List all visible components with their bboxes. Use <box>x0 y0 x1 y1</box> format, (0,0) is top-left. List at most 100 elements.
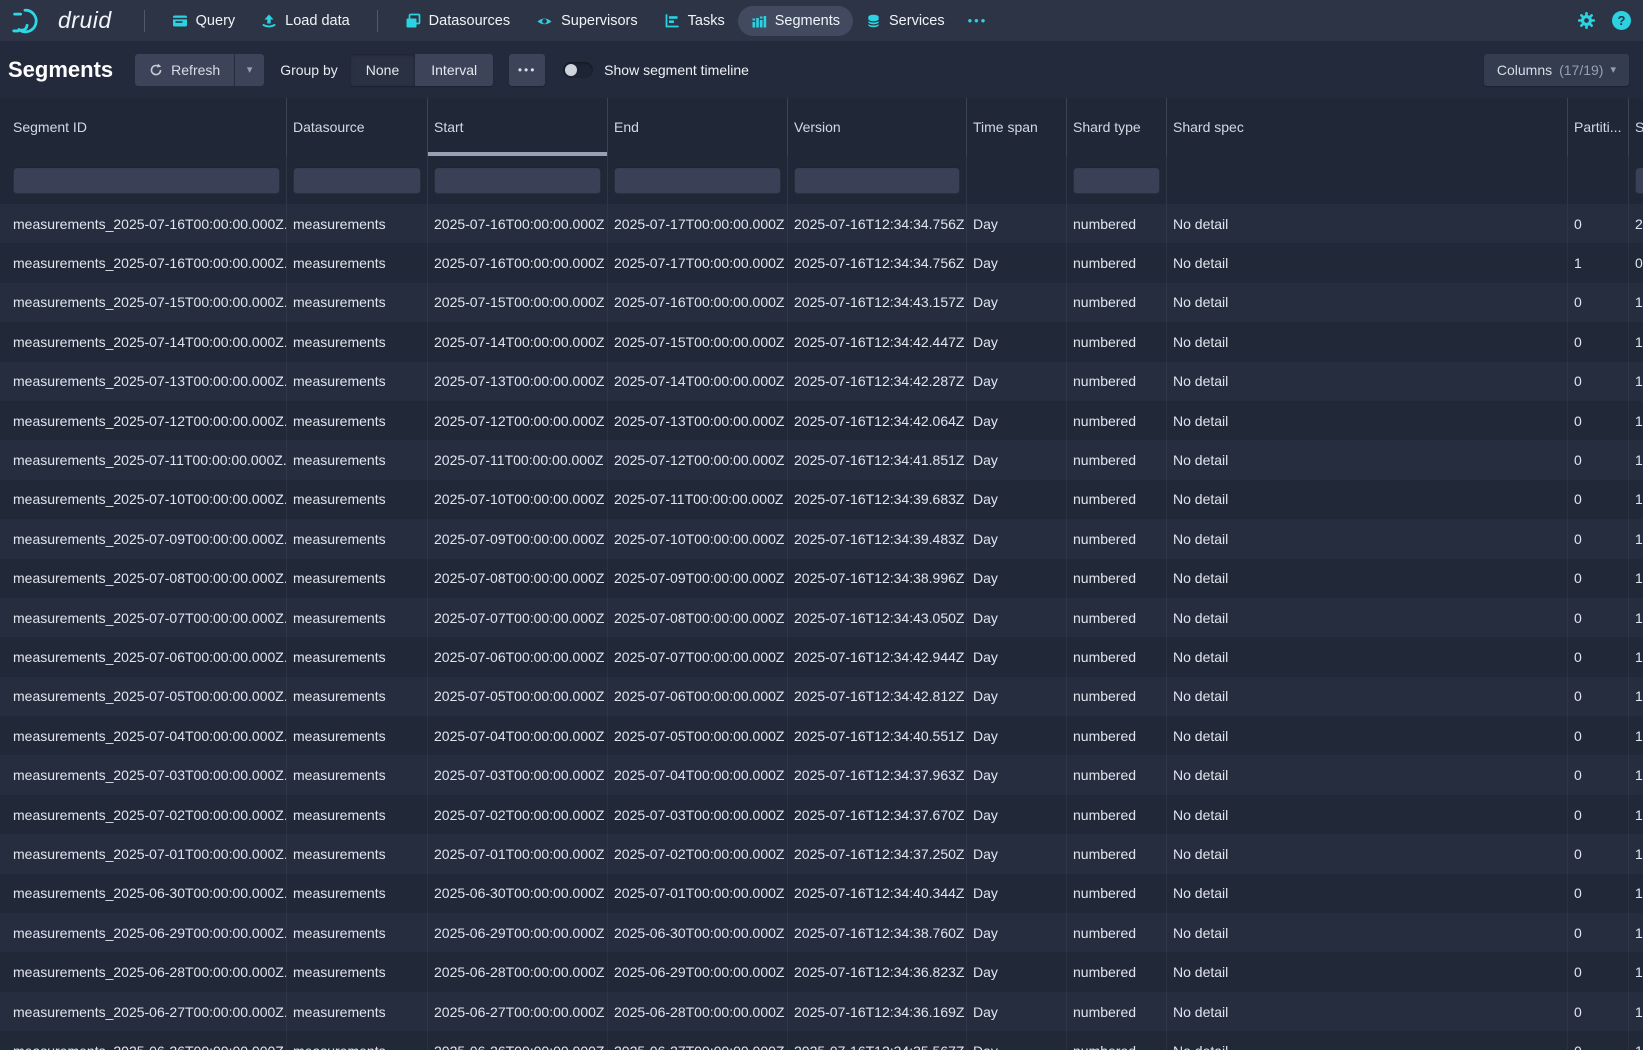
cell-start: 2025-07-09T00:00:00.000Z <box>428 519 608 558</box>
cell-shard-type: numbered <box>1067 559 1167 598</box>
cell-time-span: Day <box>967 440 1067 479</box>
cell-start: 2025-06-26T00:00:00.000Z <box>428 1031 608 1050</box>
nav-item-datasources[interactable]: Datasources <box>392 6 523 36</box>
segment-timeline-toggle[interactable] <box>563 62 593 78</box>
filter-input-segment-id[interactable] <box>13 167 280 194</box>
nav-item-label: Query <box>196 13 236 29</box>
cell-segment-id: measurements_2025-07-16T00:00:00.000Z... <box>0 204 287 243</box>
columns-button[interactable]: Columns (17/19) ▾ <box>1484 54 1629 86</box>
filter-input-version[interactable] <box>794 167 960 194</box>
nav-item-services[interactable]: Services <box>853 6 958 36</box>
cell-version: 2025-07-16T12:34:37.963Z <box>788 755 967 794</box>
cell-segment-id: measurements_2025-07-05T00:00:00.000Z... <box>0 677 287 716</box>
column-header-end[interactable]: End <box>608 98 788 156</box>
column-header-shard-type[interactable]: Shard type <box>1067 98 1167 156</box>
cell-partition: 0 <box>1568 834 1629 873</box>
nav-item-segments[interactable]: Segments <box>738 6 853 36</box>
cell-time-span: Day <box>967 480 1067 519</box>
cell-shard-type: numbered <box>1067 362 1167 401</box>
cell-version: 2025-07-16T12:34:38.996Z <box>788 559 967 598</box>
filter-input-end[interactable] <box>614 167 781 194</box>
nav-item-label: Segments <box>775 13 840 29</box>
nav-item-tasks[interactable]: Tasks <box>651 6 738 36</box>
cell-shard-spec: No detail <box>1167 204 1568 243</box>
logo-wordmark: druid <box>58 7 112 34</box>
sort-indicator <box>428 152 607 156</box>
cell-end: 2025-07-08T00:00:00.000Z <box>608 598 788 637</box>
column-header-time-span[interactable]: Time span <box>967 98 1067 156</box>
cell-start: 2025-06-28T00:00:00.000Z <box>428 952 608 991</box>
column-header-segment-id[interactable]: Segment ID <box>0 98 287 156</box>
cell-start: 2025-07-10T00:00:00.000Z <box>428 480 608 519</box>
cell-time-span: Day <box>967 559 1067 598</box>
refresh-button[interactable]: Refresh <box>135 54 234 86</box>
caret-down-icon: ▾ <box>1610 63 1616 76</box>
cell-partition: 0 <box>1568 874 1629 913</box>
cell-segment-id: measurements_2025-07-08T00:00:00.000Z... <box>0 559 287 598</box>
more-icon: ••• <box>518 63 537 77</box>
filter-input-shard-type[interactable] <box>1073 167 1160 194</box>
group-by-option-none[interactable]: None <box>350 54 415 86</box>
refresh-label: Refresh <box>171 62 220 78</box>
table-row: measurements_2025-07-06T00:00:00.000Z...… <box>0 637 1643 676</box>
toolbar-more-button[interactable]: ••• <box>509 54 545 86</box>
group-by-option-interval[interactable]: Interval <box>415 54 493 86</box>
nav-right-actions: ? <box>1577 11 1631 30</box>
refresh-dropdown-button[interactable]: ▾ <box>234 54 264 86</box>
table-row: measurements_2025-07-16T00:00:00.000Z...… <box>0 204 1643 243</box>
cell-shard-type: numbered <box>1067 834 1167 873</box>
cell-start: 2025-07-01T00:00:00.000Z <box>428 834 608 873</box>
filter-cell <box>1629 156 1643 204</box>
filter-input-datasource[interactable] <box>293 167 421 194</box>
cell-datasource: measurements <box>287 598 428 637</box>
cell-size: 1 <box>1629 952 1643 991</box>
table-row: measurements_2025-07-16T00:00:00.000Z...… <box>0 243 1643 282</box>
cell-datasource: measurements <box>287 283 428 322</box>
help-icon[interactable]: ? <box>1612 11 1631 30</box>
cell-segment-id: measurements_2025-06-30T00:00:00.000Z... <box>0 874 287 913</box>
filter-cell <box>788 156 967 204</box>
cell-end: 2025-07-07T00:00:00.000Z <box>608 637 788 676</box>
cell-size: 0 <box>1629 243 1643 282</box>
cell-partition: 0 <box>1568 755 1629 794</box>
cell-partition: 1 <box>1568 243 1629 282</box>
column-header-shard-spec[interactable]: Shard spec <box>1167 98 1568 156</box>
cell-time-span: Day <box>967 283 1067 322</box>
column-header-size[interactable]: S <box>1629 98 1643 156</box>
cell-end: 2025-07-15T00:00:00.000Z <box>608 322 788 361</box>
druid-logo[interactable]: druid <box>12 6 112 36</box>
filter-input-size[interactable] <box>1635 167 1643 194</box>
nav-item-query[interactable]: Query <box>159 6 249 36</box>
cell-version: 2025-07-16T12:34:39.683Z <box>788 480 967 519</box>
cell-shard-spec: No detail <box>1167 637 1568 676</box>
cell-segment-id: measurements_2025-06-27T00:00:00.000Z... <box>0 992 287 1031</box>
cell-shard-type: numbered <box>1067 795 1167 834</box>
table-row: measurements_2025-07-11T00:00:00.000Z...… <box>0 440 1643 479</box>
cell-end: 2025-07-03T00:00:00.000Z <box>608 795 788 834</box>
cell-size: 2 <box>1629 204 1643 243</box>
cell-shard-spec: No detail <box>1167 519 1568 558</box>
cell-datasource: measurements <box>287 480 428 519</box>
cell-end: 2025-07-09T00:00:00.000Z <box>608 559 788 598</box>
column-header-partition[interactable]: Partiti... <box>1568 98 1629 156</box>
filter-input-start[interactable] <box>434 167 601 194</box>
cell-partition: 0 <box>1568 952 1629 991</box>
console-icon <box>172 13 188 29</box>
column-header-datasource[interactable]: Datasource <box>287 98 428 156</box>
cell-time-span: Day <box>967 598 1067 637</box>
cell-datasource: measurements <box>287 1031 428 1050</box>
cell-version: 2025-07-16T12:34:40.551Z <box>788 716 967 755</box>
gear-icon[interactable] <box>1577 11 1596 30</box>
cell-segment-id: measurements_2025-07-11T00:00:00.000Z... <box>0 440 287 479</box>
nav-item-supervisors[interactable]: Supervisors <box>523 6 651 36</box>
column-header-start[interactable]: Start <box>428 98 608 156</box>
column-header-version[interactable]: Version <box>788 98 967 156</box>
database-icon <box>866 13 881 29</box>
cell-datasource: measurements <box>287 834 428 873</box>
table-row: measurements_2025-06-28T00:00:00.000Z...… <box>0 952 1643 991</box>
nav-item-load-data[interactable]: Load data <box>248 6 363 36</box>
cell-datasource: measurements <box>287 637 428 676</box>
nav-item-label: Services <box>889 13 945 29</box>
nav-more-button[interactable]: ••• <box>958 6 998 35</box>
cell-segment-id: measurements_2025-06-26T00:00:00.000Z... <box>0 1031 287 1050</box>
